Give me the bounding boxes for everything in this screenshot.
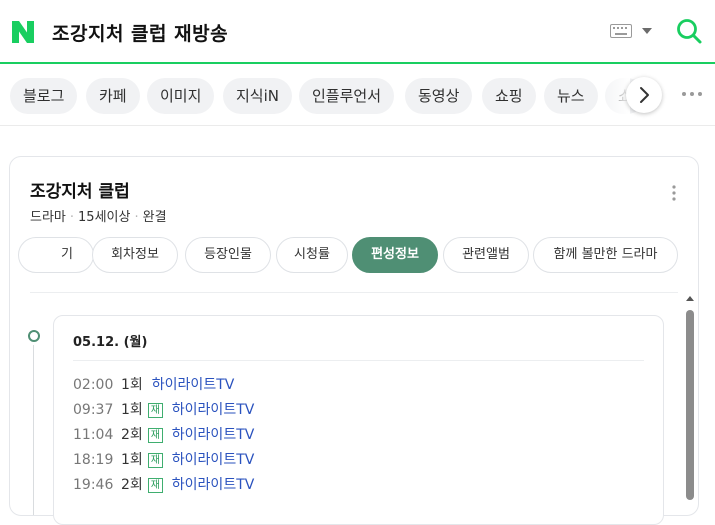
keyboard-icon[interactable] <box>610 24 632 38</box>
tab-influencer[interactable]: 인플루언서 <box>299 78 395 114</box>
episode-number: 2회 <box>121 477 143 493</box>
tab-image[interactable]: 이미지 <box>147 78 215 114</box>
schedule-row: 11:04 2회 재 하이라이트TV <box>73 424 254 446</box>
subtab-episodes[interactable]: 회차정보 <box>92 237 178 273</box>
subtab-related-dramas[interactable]: 함께 볼만한 드라마 <box>533 237 678 273</box>
subtab-cast[interactable]: 등장인물 <box>185 237 271 273</box>
air-time: 19:46 <box>73 477 114 493</box>
schedule-row: 02:00 1회 하이라이트TV <box>73 374 234 396</box>
subtab-albums[interactable]: 관련앨범 <box>443 237 529 273</box>
program-card: 조강지처 클럽 드라마 · 15세이상 · 완결 기 회차정보 등장인물 시청률 편성정… <box>9 156 700 525</box>
search-header: 조강지처 클럽 재방송 <box>0 0 715 64</box>
vertical-more-icon[interactable] <box>670 184 678 202</box>
channel-link[interactable]: 하이라이트TV <box>172 452 255 468</box>
tab-cafe[interactable]: 카페 <box>86 78 140 114</box>
subtab-ratings[interactable]: 시청률 <box>276 237 348 273</box>
channel-link[interactable]: 하이라이트TV <box>172 402 255 418</box>
episode-number: 1회 <box>121 452 143 468</box>
tab-kin[interactable]: 지식iN <box>223 78 292 114</box>
search-category-tabs: 블로그 카페 이미지 지식iN 인플루언서 동영상 쇼핑 뉴스 쇼 <box>0 66 715 126</box>
subtab-schedule[interactable]: 편성정보 <box>352 237 438 273</box>
program-status: 완결 <box>142 210 167 225</box>
channel-link[interactable]: 하이라이트TV <box>152 377 235 393</box>
schedule-day-box: 05.12. (월) 02:00 1회 하이라이트TV 09:37 1회 재 하이라이트T… <box>53 315 664 525</box>
program-sub-tabs: 기 회차정보 등장인물 시청률 편성정보 관련앨범 함께 볼만한 드라마 <box>10 237 700 277</box>
episode-number: 2회 <box>121 427 143 443</box>
tab-shopping[interactable]: 쇼핑 <box>482 78 536 114</box>
schedule-row: 18:19 1회 재 하이라이트TV <box>73 449 254 471</box>
rerun-badge: 재 <box>147 428 163 443</box>
section-divider <box>30 292 678 293</box>
more-dots-icon[interactable] <box>680 88 704 100</box>
timeline-line <box>33 345 34 515</box>
chevron-right-icon <box>640 87 649 103</box>
meta-separator: · <box>134 210 139 225</box>
search-icon[interactable] <box>675 17 703 45</box>
program-meta: 드라마 · 15세이상 · 완결 <box>30 206 167 225</box>
program-genre: 드라마 <box>30 210 66 225</box>
search-query[interactable]: 조강지처 클럽 재방송 <box>52 19 228 46</box>
date-divider <box>73 360 644 361</box>
tab-blog[interactable]: 블로그 <box>10 78 78 114</box>
air-time: 11:04 <box>73 427 114 443</box>
channel-link[interactable]: 하이라이트TV <box>172 477 255 493</box>
schedule-row: 19:46 2회 재 하이라이트TV <box>73 474 254 496</box>
rerun-badge: 재 <box>147 478 163 493</box>
program-rating: 15세이상 <box>78 210 131 225</box>
dropdown-arrow-icon[interactable] <box>642 28 652 34</box>
scroll-up-arrow-icon[interactable] <box>686 296 694 301</box>
naver-logo-icon[interactable] <box>10 19 36 45</box>
tabs-next-button[interactable] <box>626 77 662 113</box>
tab-news[interactable]: 뉴스 <box>544 78 598 114</box>
scrollbar-thumb[interactable] <box>686 310 694 500</box>
rerun-badge: 재 <box>147 403 163 418</box>
episode-number: 1회 <box>121 377 143 393</box>
episode-number: 1회 <box>121 402 143 418</box>
air-time: 18:19 <box>73 452 114 468</box>
meta-separator: · <box>69 210 75 225</box>
tabs-fade <box>596 66 630 125</box>
timeline-dot <box>28 330 40 342</box>
rerun-badge: 재 <box>147 453 163 468</box>
channel-link[interactable]: 하이라이트TV <box>172 427 255 443</box>
program-title[interactable]: 조강지처 클럽 <box>30 177 130 202</box>
air-time: 02:00 <box>73 377 114 393</box>
air-time: 09:37 <box>73 402 114 418</box>
schedule-row: 09:37 1회 재 하이라이트TV <box>73 399 254 421</box>
subtab-info[interactable]: 기 <box>18 237 94 273</box>
schedule-date: 05.12. (월) <box>73 335 148 350</box>
tab-video[interactable]: 동영상 <box>405 78 473 114</box>
